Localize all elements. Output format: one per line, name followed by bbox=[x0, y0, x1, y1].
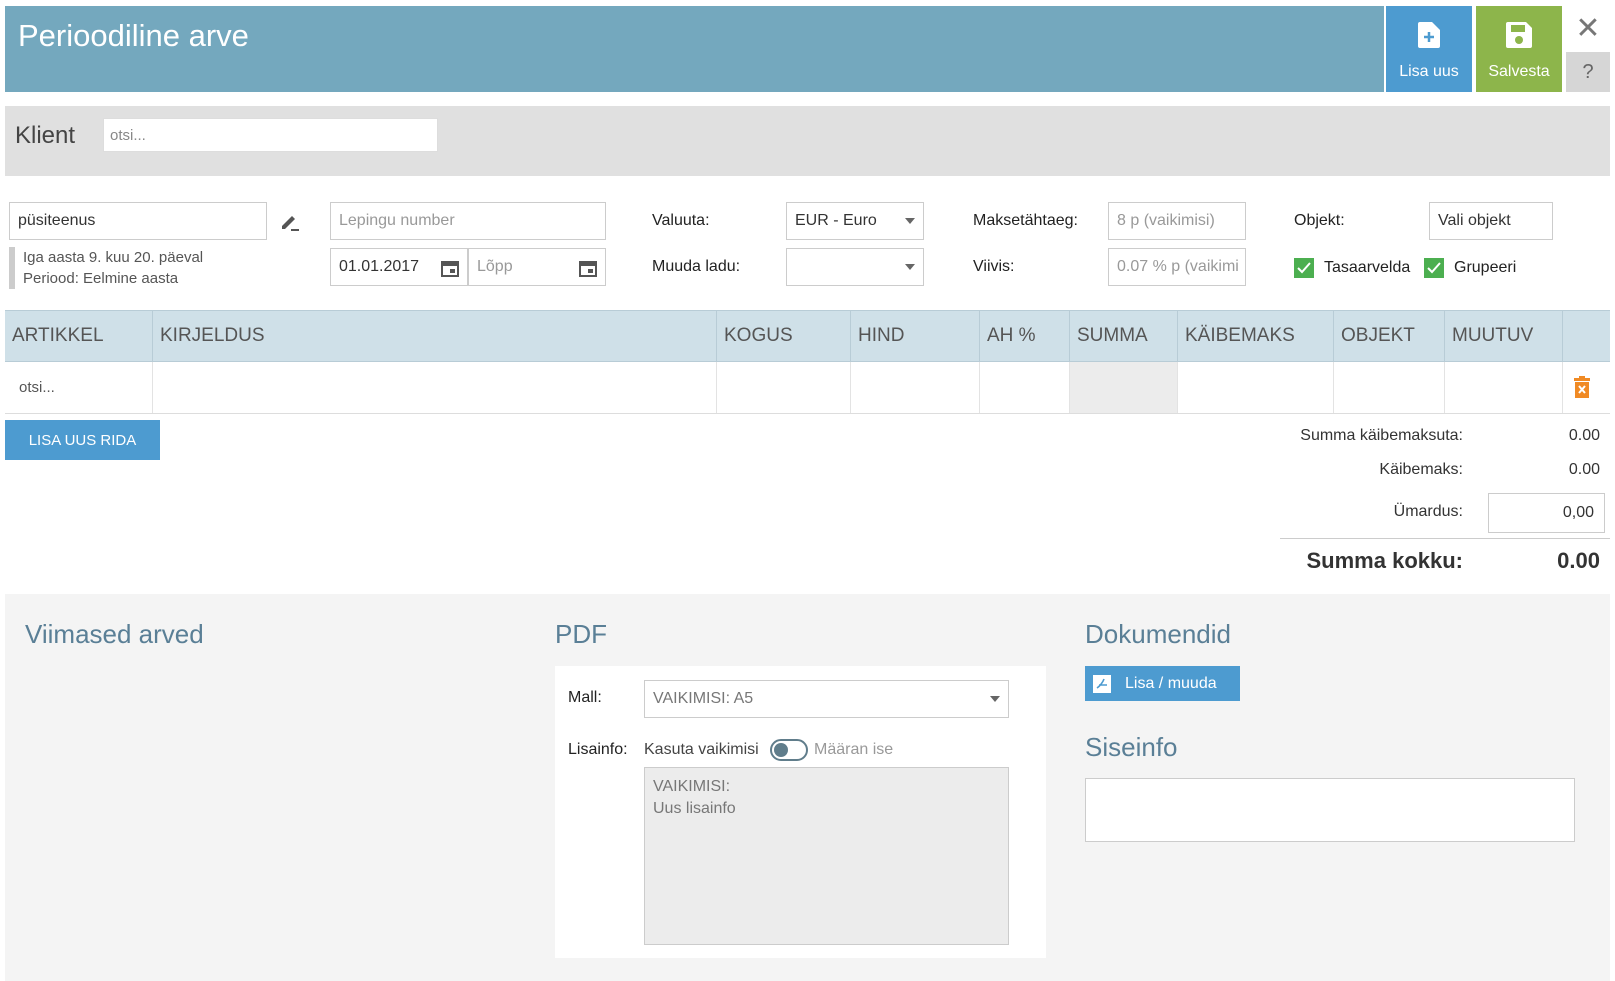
template-value: VAIKIMISI: A5 bbox=[653, 690, 754, 707]
service-name-field[interactable]: püsiteenus bbox=[9, 202, 267, 240]
default-info-toggle[interactable] bbox=[770, 739, 808, 761]
column-header-description[interactable]: KIRJELDUS bbox=[153, 311, 717, 361]
warehouse-select[interactable] bbox=[786, 248, 924, 286]
pdf-title: PDF bbox=[555, 619, 607, 649]
vat-cell[interactable] bbox=[1178, 362, 1334, 413]
calendar-icon[interactable] bbox=[441, 259, 459, 282]
rounding-input[interactable]: 0,00 bbox=[1488, 493, 1605, 533]
offset-checkbox[interactable]: Tasaarvelda bbox=[1294, 258, 1410, 278]
close-button[interactable]: ✕ bbox=[1566, 6, 1610, 50]
grand-total-value: 0.00 bbox=[1557, 548, 1600, 573]
template-label: Mall: bbox=[568, 689, 602, 706]
column-header-variable[interactable]: MUUTUV bbox=[1445, 311, 1563, 361]
period-note: Iga aasta 9. kuu 20. päeval Periood: Eel… bbox=[9, 247, 269, 289]
page-title: Perioodiline arve bbox=[18, 18, 249, 53]
period-note-line1: Iga aasta 9. kuu 20. päeval bbox=[23, 249, 204, 266]
end-date-placeholder: Lõpp bbox=[477, 258, 513, 275]
group-checkbox[interactable]: Grupeeri bbox=[1424, 258, 1516, 278]
add-file-icon bbox=[1418, 22, 1440, 53]
column-header-price[interactable]: HIND bbox=[851, 311, 980, 361]
payment-due-label: Maksetähtaeg: bbox=[973, 212, 1078, 229]
period-note-line2: Periood: Eelmine aasta bbox=[23, 270, 179, 287]
grand-total-label: Summa kokku: bbox=[1306, 548, 1464, 573]
article-search-input[interactable]: otsi... bbox=[5, 362, 153, 413]
documents-title: Dokumendid bbox=[1085, 619, 1231, 649]
save-button[interactable]: Salvesta bbox=[1476, 6, 1562, 92]
edit-pencil-icon[interactable] bbox=[280, 211, 300, 236]
sum-cell bbox=[1070, 362, 1178, 413]
table-header: ARTIKKEL KIRJELDUS KOGUS HIND AH % SUMMA… bbox=[5, 310, 1610, 362]
close-icon: ✕ bbox=[1575, 11, 1601, 45]
quantity-cell[interactable] bbox=[717, 362, 851, 413]
currency-value: EUR - Euro bbox=[795, 212, 877, 229]
help-button[interactable]: ? bbox=[1566, 52, 1610, 92]
start-date-input[interactable]: 01.01.2017 bbox=[330, 248, 468, 286]
totals-divider bbox=[1280, 538, 1610, 539]
save-label: Salvesta bbox=[1488, 63, 1550, 80]
documents-button-label: Lisa / muuda bbox=[1125, 674, 1217, 692]
vat-total-label: Käibemaks: bbox=[1379, 461, 1463, 478]
set-own-label: Määran ise bbox=[814, 741, 894, 758]
column-header-quantity[interactable]: KOGUS bbox=[717, 311, 851, 361]
pdf-file-icon bbox=[1093, 674, 1111, 693]
group-label: Grupeeri bbox=[1454, 259, 1517, 276]
template-select[interactable]: VAIKIMISI: A5 bbox=[644, 680, 1009, 718]
help-icon: ? bbox=[1582, 60, 1594, 83]
column-header-object[interactable]: OBJEKT bbox=[1334, 311, 1445, 361]
add-row-button[interactable]: LISA UUS RIDA bbox=[5, 420, 160, 460]
extra-info-label: Lisainfo: bbox=[568, 741, 628, 758]
toggle-knob bbox=[774, 743, 788, 757]
use-default-label: Kasuta vaikimisi bbox=[644, 741, 759, 758]
offset-label: Tasaarvelda bbox=[1324, 259, 1411, 276]
internal-info-title: Siseinfo bbox=[1085, 732, 1178, 762]
object-select[interactable]: Vali objekt bbox=[1429, 202, 1553, 240]
client-search-input[interactable]: otsi... bbox=[103, 118, 438, 152]
chevron-down-icon bbox=[990, 696, 1000, 702]
chevron-down-icon bbox=[905, 218, 915, 224]
description-cell[interactable] bbox=[153, 362, 717, 413]
penalty-input[interactable]: 0.07 % p (vaikimi bbox=[1108, 248, 1246, 286]
contract-number-input[interactable]: Lepingu number bbox=[330, 202, 606, 240]
penalty-label: Viivis: bbox=[973, 258, 1015, 275]
table-row: otsi... bbox=[5, 362, 1610, 414]
currency-label: Valuuta: bbox=[652, 212, 710, 229]
subtotal-value: 0.00 bbox=[1568, 427, 1600, 444]
object-cell[interactable] bbox=[1334, 362, 1445, 413]
variable-cell[interactable] bbox=[1445, 362, 1563, 413]
object-label: Objekt: bbox=[1294, 212, 1345, 229]
price-cell[interactable] bbox=[851, 362, 980, 413]
extra-info-line1: VAIKIMISI: bbox=[653, 778, 731, 795]
end-date-input[interactable]: Lõpp bbox=[468, 248, 606, 286]
recent-invoices-title: Viimased arved bbox=[25, 619, 204, 649]
client-label: Klient bbox=[15, 122, 76, 149]
payment-due-input[interactable]: 8 p (vaikimisi) bbox=[1108, 202, 1246, 240]
add-new-button[interactable]: Lisa uus bbox=[1386, 6, 1472, 92]
floppy-disk-icon bbox=[1506, 22, 1532, 53]
calendar-icon[interactable] bbox=[579, 259, 597, 282]
warehouse-label: Muuda ladu: bbox=[652, 258, 741, 275]
vat-total-value: 0.00 bbox=[1568, 461, 1600, 478]
column-header-vat[interactable]: KÄIBEMAKS bbox=[1178, 311, 1334, 361]
start-date-value: 01.01.2017 bbox=[339, 258, 420, 275]
extra-info-textarea[interactable]: VAIKIMISI: Uus lisainfo bbox=[644, 767, 1009, 945]
trash-icon[interactable] bbox=[1574, 376, 1590, 403]
chevron-down-icon bbox=[905, 264, 915, 270]
rounding-label: Ümardus: bbox=[1393, 503, 1463, 520]
currency-select[interactable]: EUR - Euro bbox=[786, 202, 924, 240]
subtotal-label: Summa käibemaksuta: bbox=[1300, 427, 1463, 444]
discount-cell[interactable] bbox=[980, 362, 1070, 413]
column-header-sum[interactable]: SUMMA bbox=[1070, 311, 1178, 361]
checkmark-icon bbox=[1424, 258, 1444, 278]
extra-info-line2: Uus lisainfo bbox=[653, 800, 736, 817]
column-header-discount[interactable]: AH % bbox=[980, 311, 1070, 361]
add-new-label: Lisa uus bbox=[1399, 63, 1459, 80]
column-header-article[interactable]: ARTIKKEL bbox=[5, 311, 153, 361]
documents-button[interactable]: Lisa / muuda bbox=[1085, 666, 1240, 701]
checkmark-icon bbox=[1294, 258, 1314, 278]
internal-info-textarea[interactable] bbox=[1085, 778, 1575, 842]
